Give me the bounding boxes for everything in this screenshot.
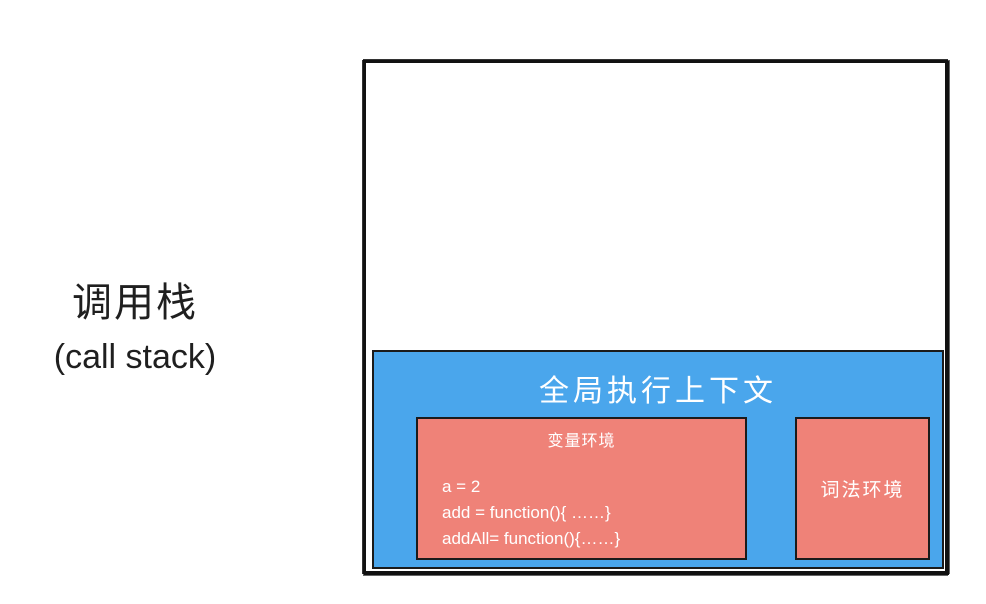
call-stack-title-en: (call stack) <box>53 338 217 376</box>
lexical-environment-title: 词法环境 <box>820 479 905 501</box>
variable-line-addall: addAll= function(){……} <box>442 529 621 548</box>
variable-environment-title: 变量环境 <box>547 431 616 450</box>
global-execution-context-title: 全局执行上下文 <box>539 374 777 409</box>
call-stack-caption: 调用栈 (call stack) <box>20 278 250 380</box>
lexical-environment: 词法环境 <box>795 417 930 560</box>
variable-environment: 变量环境 a = 2 add = function(){ ……} addAll=… <box>416 417 747 560</box>
call-stack-title-cn: 调用栈 <box>72 280 198 326</box>
variable-line-a: a = 2 <box>442 477 481 496</box>
variable-line-add: add = function(){ ……} <box>442 503 611 522</box>
